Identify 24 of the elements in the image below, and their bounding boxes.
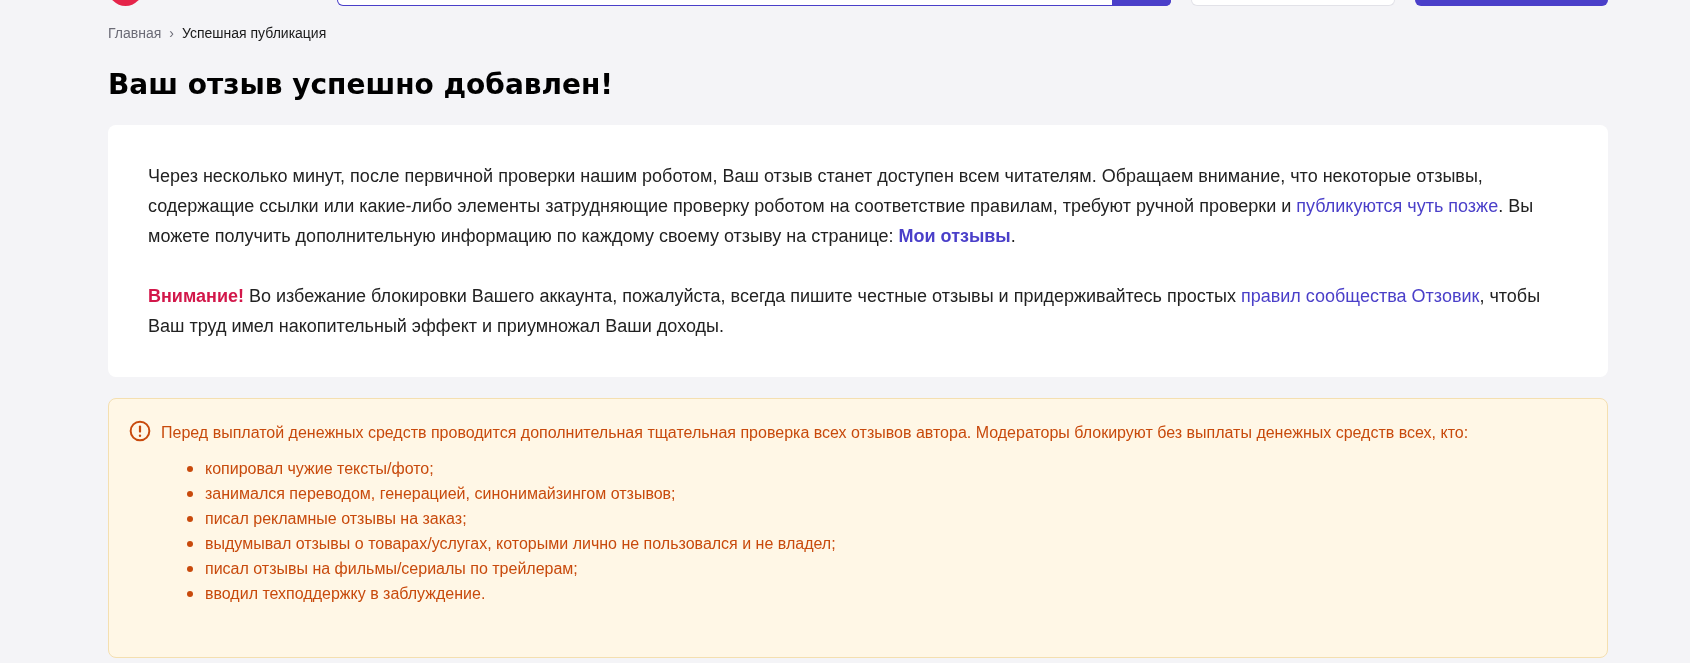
notice-paragraph: Внимание! Во избежание блокировки Вашего аккаунта, пожалуйста, всегда пишите честные отзывы и придерживайтесь простых правил сообщества Отзовик, чтобы Ваш труд имел накопительный эффект и приумножал Ваши доходы.	[148, 285, 1542, 338]
warning-list-item: вводил техподдержку в заблуждение.	[205, 584, 486, 604]
search-button[interactable]	[1111, 0, 1171, 6]
warning-list-item: копировал чужие тексты/фото;	[205, 459, 434, 479]
bullet-icon	[187, 540, 193, 547]
warning-list-item: выдумывал отзывы о товарах/услугах, которыми лично не пользовался и не владел;	[205, 534, 836, 554]
warning-text: Перед выплатой денежных средств проводится дополнительная тщательная проверка всех отзывов автора. Модераторы блокируют без выплаты денежных средств всех, кто:	[161, 423, 1469, 443]
warning-icon	[129, 420, 151, 442]
bullet-icon	[187, 590, 193, 597]
bullet-icon	[187, 490, 193, 497]
breadcrumb-link[interactable]: Главная	[108, 25, 162, 41]
inline-link[interactable]: публикуются чуть позже	[1296, 196, 1499, 216]
bullet-icon	[187, 515, 193, 522]
breadcrumb-separator: ›	[169, 25, 174, 41]
warning-list-item: писал рекламные отзывы на заказ;	[205, 509, 467, 529]
inline-link[interactable]: правил сообщества Отзовик	[1240, 286, 1480, 306]
notice-paragraph: Через несколько минут, после первичной проверки нашим роботом, Ваш отзыв станет доступен всем читателям. Обращаем внимание, что некоторые отзывы, содержащие ссылки или какие-либо элементы затрудняющие проверку роботом на соответствие правилам, требуют ручной проверки и публикуются чуть позже. Вы можете получить дополнительную информацию по каждому своему отзыву на странице: Мои отзывы.	[148, 165, 1535, 248]
bullet-icon	[187, 465, 193, 472]
warning-list-item: занимался переводом, генерацией, синонимайзингом отзывов;	[205, 484, 676, 504]
breadcrumb-current: Успешная публикация	[181, 25, 327, 41]
warning-list-item: писал отзывы на фильмы/сериалы по трейлерам;	[205, 559, 578, 579]
bullet-icon	[187, 565, 193, 572]
page-title: Ваш отзыв успешно добавлен!	[108, 67, 615, 103]
inline-link[interactable]: Мои отзывы	[898, 226, 1011, 246]
